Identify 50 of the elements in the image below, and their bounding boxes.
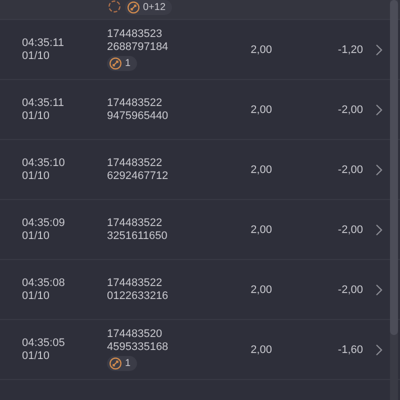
stake-text: 2,00 — [250, 164, 272, 176]
date-text: 01/10 — [22, 110, 51, 122]
link-count-badge: 0+12 — [125, 0, 172, 15]
id-text: 174483520 — [107, 328, 164, 341]
chevron-right-icon[interactable] — [375, 224, 383, 236]
id-text: 174483523 — [107, 28, 164, 41]
link-icon — [127, 1, 140, 14]
id-text: 0122633216 — [107, 290, 170, 302]
time-text: 04:35:05 — [22, 336, 66, 350]
time-text: 04:35:11 — [22, 36, 66, 50]
date-text: 01/10 — [22, 230, 51, 242]
time-text: 04:35:11 — [22, 96, 66, 110]
stake-text: 2,00 — [250, 104, 272, 116]
id-text: 174483522 — [107, 156, 164, 170]
chevron-right-icon[interactable] — [375, 164, 383, 176]
date-text: 01/10 — [22, 50, 51, 62]
result-text: -1,60 — [336, 344, 363, 356]
stake-text: 2,00 — [250, 284, 272, 296]
result-text: -2,00 — [336, 104, 363, 116]
stake-text: 2,00 — [250, 344, 272, 356]
time-text: 04:35:09 — [22, 216, 66, 230]
id-text: 6292467712 — [107, 170, 170, 182]
link-icon — [109, 57, 122, 70]
id-text: 3251611650 — [107, 230, 168, 242]
stake-text: 2,00 — [250, 224, 272, 236]
id-text: 174483522 — [107, 276, 164, 290]
link-icon — [109, 357, 122, 370]
id-text: 174483522 — [107, 96, 164, 110]
id-text: 2688797184 — [107, 41, 170, 54]
result-text: -2,00 — [336, 224, 363, 236]
result-text: -2,00 — [336, 164, 363, 176]
chevron-right-icon[interactable] — [375, 104, 383, 116]
link-count-badge: 1 — [107, 56, 137, 71]
date-text: 01/10 — [22, 290, 51, 302]
loading-icon — [108, 0, 121, 13]
result-text: -2,00 — [336, 284, 363, 296]
chevron-right-icon[interactable] — [375, 284, 383, 296]
id-text: 4595335168 — [107, 341, 170, 354]
id-text: 174483522 — [107, 216, 164, 230]
link-count-badge: 1 — [107, 356, 137, 371]
id-text: 9475965440 — [107, 110, 170, 122]
chevron-right-icon[interactable] — [375, 344, 383, 356]
date-text: 01/10 — [22, 170, 51, 182]
time-text: 04:35:08 — [22, 276, 66, 290]
chevron-right-icon[interactable] — [375, 44, 383, 56]
stake-text: 2,00 — [250, 44, 272, 56]
date-text: 01/10 — [22, 350, 51, 362]
result-text: -1,20 — [336, 44, 363, 56]
time-text: 04:35:10 — [22, 156, 66, 170]
scrollbar[interactable] — [390, 0, 398, 400]
